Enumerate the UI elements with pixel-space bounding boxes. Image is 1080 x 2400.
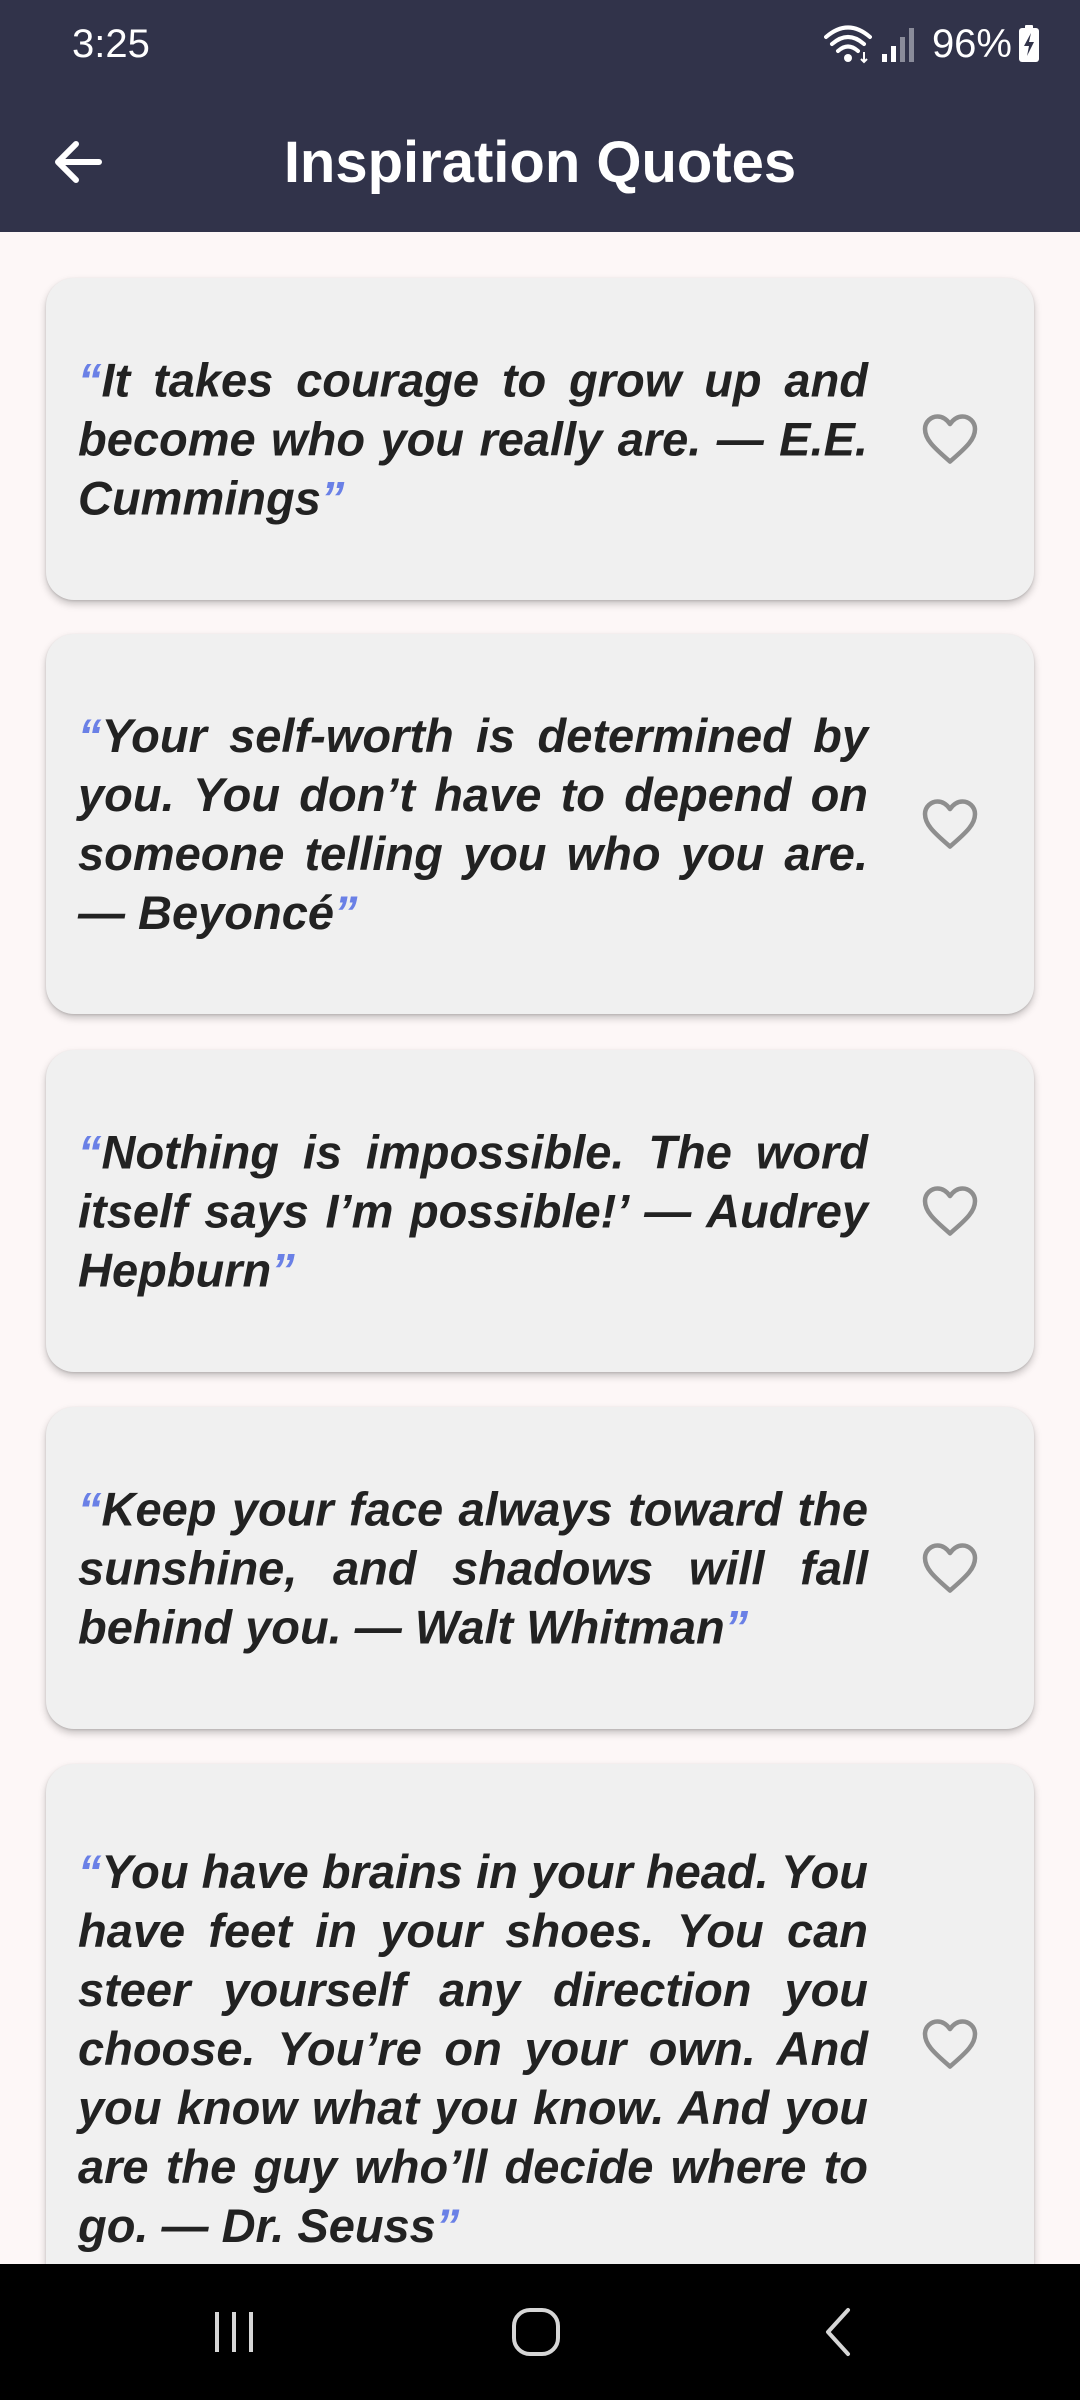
- quote-card[interactable]: “Nothing is impossible. The word itself …: [46, 1050, 1034, 1372]
- heart-outline-icon: [922, 799, 978, 849]
- quote-list[interactable]: “It takes courage to grow up and become …: [0, 232, 1080, 2264]
- favorite-button[interactable]: [906, 1167, 994, 1255]
- heart-outline-icon: [922, 1543, 978, 1593]
- recent-apps-button[interactable]: [174, 2292, 294, 2372]
- status-time: 3:25: [72, 22, 150, 66]
- favorite-button[interactable]: [906, 395, 994, 483]
- open-quote-mark: “: [78, 1125, 102, 1179]
- back-nav-button[interactable]: [778, 2292, 898, 2372]
- quote-body: Keep your face always toward the sunshin…: [78, 1482, 868, 1654]
- battery-charging-icon: [1019, 25, 1039, 62]
- quote-text: “Nothing is impossible. The word itself …: [78, 1123, 868, 1300]
- home-button[interactable]: [476, 2292, 596, 2372]
- close-quote-mark: ”: [320, 471, 345, 525]
- app-bar: Inspiration Quotes: [0, 88, 1080, 232]
- close-quote-mark: ”: [271, 1243, 295, 1297]
- heart-outline-icon: [922, 414, 978, 464]
- heart-outline-icon: [922, 2019, 978, 2069]
- heart-outline-icon: [922, 1186, 978, 1236]
- quote-text: “You have brains in your head. You have …: [78, 1842, 868, 2255]
- open-quote-mark: “: [78, 1845, 102, 1898]
- quote-card[interactable]: “You have brains in your head. You have …: [46, 1764, 1034, 2264]
- recent-apps-icon: [215, 2312, 253, 2352]
- favorite-button[interactable]: [906, 780, 994, 868]
- home-icon: [512, 2308, 560, 2356]
- favorite-button[interactable]: [906, 2000, 994, 2088]
- quote-body: Nothing is impossible. The word itself s…: [78, 1125, 868, 1297]
- quote-card[interactable]: “Your self-worth is determined by you. Y…: [46, 634, 1034, 1014]
- quote-text: “It takes courage to grow up and become …: [78, 351, 868, 528]
- quote-body: You have brains in your head. You have f…: [78, 1845, 868, 2252]
- close-quote-mark: ”: [333, 886, 358, 939]
- quote-body: It takes courage to grow up and become w…: [78, 353, 868, 525]
- system-nav-bar: [0, 2264, 1080, 2400]
- quote-card[interactable]: “Keep your face always toward the sunshi…: [46, 1407, 1034, 1729]
- open-quote-mark: “: [78, 709, 102, 762]
- back-icon: [826, 2308, 850, 2356]
- quote-card[interactable]: “It takes courage to grow up and become …: [46, 278, 1034, 600]
- quote-body: Your self-worth is determined by you. Yo…: [78, 709, 868, 939]
- quote-text: “Keep your face always toward the sunshi…: [78, 1480, 868, 1657]
- battery-percentage: 96%: [931, 22, 1012, 66]
- close-quote-mark: ”: [435, 2199, 460, 2252]
- open-quote-mark: “: [78, 353, 102, 407]
- quote-text: “Your self-worth is determined by you. Y…: [78, 706, 868, 942]
- status-bar: 3:25 96%: [0, 0, 1080, 88]
- favorite-button[interactable]: [906, 1524, 994, 1612]
- open-quote-mark: “: [78, 1482, 102, 1536]
- close-quote-mark: ”: [724, 1600, 749, 1654]
- status-icons: 96%: [823, 18, 1040, 70]
- signal-icon: [881, 28, 914, 62]
- page-title: Inspiration Quotes: [283, 130, 797, 195]
- wifi-icon: [823, 25, 872, 64]
